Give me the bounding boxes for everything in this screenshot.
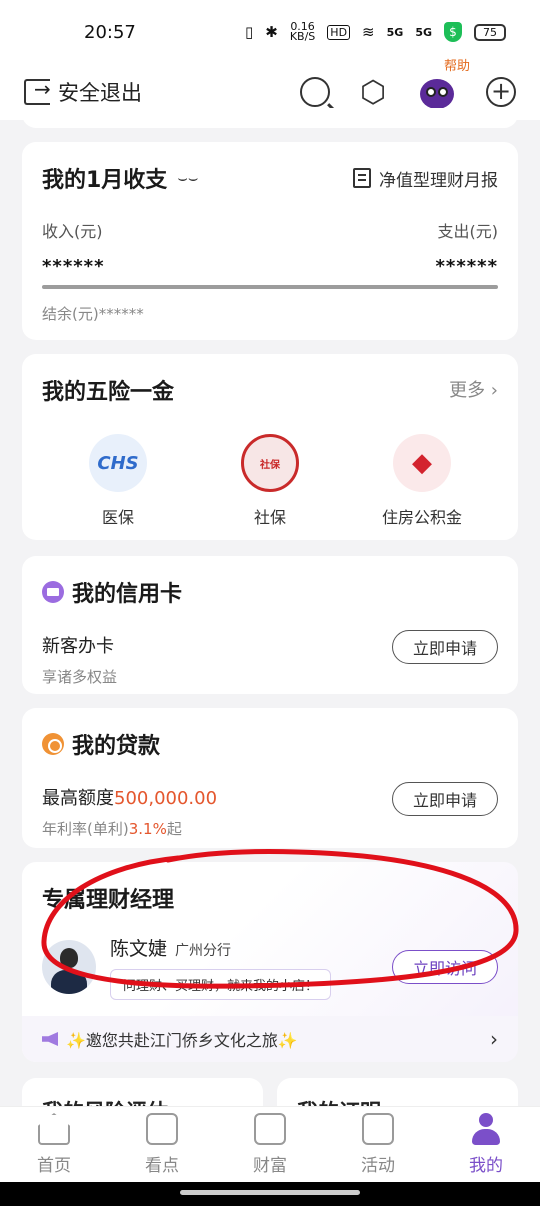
insurance-card: 我的五险一金 更多 › CHS 医保 社保 社保 ◆ 住房公积金: [22, 354, 518, 540]
tab-label: 看点: [145, 1156, 179, 1176]
notice-text: ✨邀您共赴江门侨乡文化之旅✨: [66, 1031, 298, 1050]
search-icon[interactable]: [300, 77, 330, 107]
system-nav-bar: [0, 1182, 540, 1206]
previous-card-edge: [22, 108, 518, 128]
signal-5g-icon-2: 5G: [415, 25, 432, 39]
status-time: 20:57: [84, 21, 136, 43]
loan-title: 我的贷款: [72, 734, 161, 759]
loan-card: 我的贷款 最高额度500,000.00 年利率(单利)3.1%起 立即申请: [22, 708, 518, 848]
manager-avatar[interactable]: [42, 940, 96, 994]
hd-icon: HD: [327, 24, 351, 40]
person-icon: [470, 1113, 502, 1145]
monthly-report-link[interactable]: 净值型理财月报: [353, 166, 498, 191]
status-icons: ▯ ✱ 0.16 KB/S HD ≋ 5G 5G $ 75: [245, 20, 506, 43]
report-doc-icon: [353, 168, 371, 188]
credit-card-card: 我的信用卡 新客办卡 享诸多权益 立即申请: [22, 556, 518, 694]
speaker-icon: [42, 1032, 58, 1046]
more-link[interactable]: 更多 ›: [449, 376, 498, 402]
loan-limit-value: 500,000.00: [114, 788, 218, 809]
manager-bubble: 问理财、买理财，就来我的小店！: [110, 969, 332, 1000]
social-security-logo-icon: 社保: [241, 434, 299, 492]
gift-icon: [362, 1113, 394, 1145]
balance-label: 结余(元): [42, 305, 99, 323]
visit-button[interactable]: 立即访问: [392, 950, 498, 984]
chart-icon: [254, 1113, 286, 1145]
loan-limit-label: 最高额度: [42, 788, 114, 809]
loan-apply-button[interactable]: 立即申请: [392, 782, 498, 816]
loan-icon: [42, 733, 64, 755]
budget-bar: [42, 285, 498, 289]
bottom-tab-bar: 首页 看点 财富 活动 我的: [0, 1106, 540, 1182]
loan-rate: 年利率(单利)3.1%起: [42, 818, 498, 839]
tab-label: 财富: [253, 1156, 287, 1176]
income-label: 收入(元): [42, 222, 103, 241]
settings-hex-icon[interactable]: ⬡: [358, 75, 388, 110]
mascot-eye-left: [426, 87, 436, 97]
tab-activities[interactable]: 活动: [324, 1107, 432, 1182]
mascot-icon: [420, 79, 454, 109]
notice-bar[interactable]: ✨邀您共赴江门侨乡文化之旅✨ ›: [22, 1016, 518, 1062]
tab-label: 活动: [361, 1156, 395, 1176]
expense-value: ******: [435, 256, 498, 277]
hide-eye-icon[interactable]: ⌣⌣: [177, 168, 198, 188]
wealth-manager-card: 专属理财经理 陈文婕 广州分行 问理财、买理财，就来我的小店！ 立即访问 ✨邀您…: [22, 862, 518, 1062]
balance-value: ******: [98, 305, 144, 323]
loan-rate-suffix: 起: [166, 820, 182, 838]
logout-icon: [24, 77, 51, 105]
income-value: ******: [42, 256, 105, 277]
insurance-item-label: 医保: [101, 508, 134, 527]
credit-card-icon: [42, 581, 64, 603]
home-icon: [38, 1113, 70, 1145]
tab-label: 我的: [469, 1156, 503, 1176]
insurance-title: 我的五险一金: [42, 380, 175, 405]
monthly-budget-card[interactable]: 我的1月收支 ⌣⌣ 净值型理财月报 收入(元) 支出(元) ****** ***…: [22, 142, 518, 340]
mascot-eye-right: [438, 87, 448, 97]
budget-title: 我的1月收支: [42, 168, 168, 193]
expense-label: 支出(元): [437, 222, 499, 241]
vibrate-icon: ▯: [245, 23, 254, 41]
loan-rate-label: 年利率(单利): [42, 820, 129, 838]
signal-5g-icon: 5G: [386, 25, 404, 39]
logout-label: 安全退出: [58, 81, 142, 105]
tab-wealth[interactable]: 财富: [216, 1107, 324, 1182]
chevron-right-icon: ›: [490, 1027, 498, 1051]
top-actions: ⬡ 帮助 +: [300, 59, 516, 113]
balance-row: 结余(元)******: [42, 303, 498, 324]
credit-desc: 享诸多权益: [42, 668, 118, 686]
insurance-item-housing-fund[interactable]: ◆ 住房公积金: [347, 434, 497, 528]
help-label: 帮助: [444, 59, 471, 74]
tab-highlights[interactable]: 看点: [108, 1107, 216, 1182]
credit-title: 我的信用卡: [72, 582, 183, 607]
report-label: 净值型理财月报: [379, 170, 498, 191]
logout-button[interactable]: 安全退出: [24, 77, 142, 107]
wifi-icon: ≋: [362, 23, 375, 41]
tab-label: 首页: [37, 1156, 71, 1176]
manager-title: 专属理财经理: [42, 888, 175, 913]
home-gesture-pill[interactable]: [180, 1190, 360, 1195]
insurance-item-label: 社保: [253, 508, 286, 527]
insurance-item-social[interactable]: 社保 社保: [195, 434, 345, 528]
notes-icon: [146, 1113, 178, 1145]
battery-icon: 75: [474, 23, 506, 41]
chs-logo-icon: CHS: [89, 434, 147, 492]
insurance-item-medical[interactable]: CHS 医保: [43, 434, 193, 528]
add-icon[interactable]: +: [486, 77, 516, 107]
credit-apply-button[interactable]: 立即申请: [392, 630, 498, 664]
security-shield-icon: $: [444, 22, 462, 42]
manager-branch: 广州分行: [175, 943, 232, 959]
housing-fund-logo-icon: ◆: [393, 434, 451, 492]
net-speed: 0.16 KB/S: [289, 20, 316, 43]
manager-name: 陈文婕: [110, 938, 168, 960]
bluetooth-icon: ✱: [265, 23, 278, 41]
loan-rate-value: 3.1%: [128, 820, 167, 838]
help-mascot-button[interactable]: 帮助: [416, 59, 470, 113]
insurance-item-label: 住房公积金: [381, 508, 462, 527]
tab-home[interactable]: 首页: [0, 1107, 108, 1182]
tab-mine[interactable]: 我的: [432, 1107, 540, 1182]
